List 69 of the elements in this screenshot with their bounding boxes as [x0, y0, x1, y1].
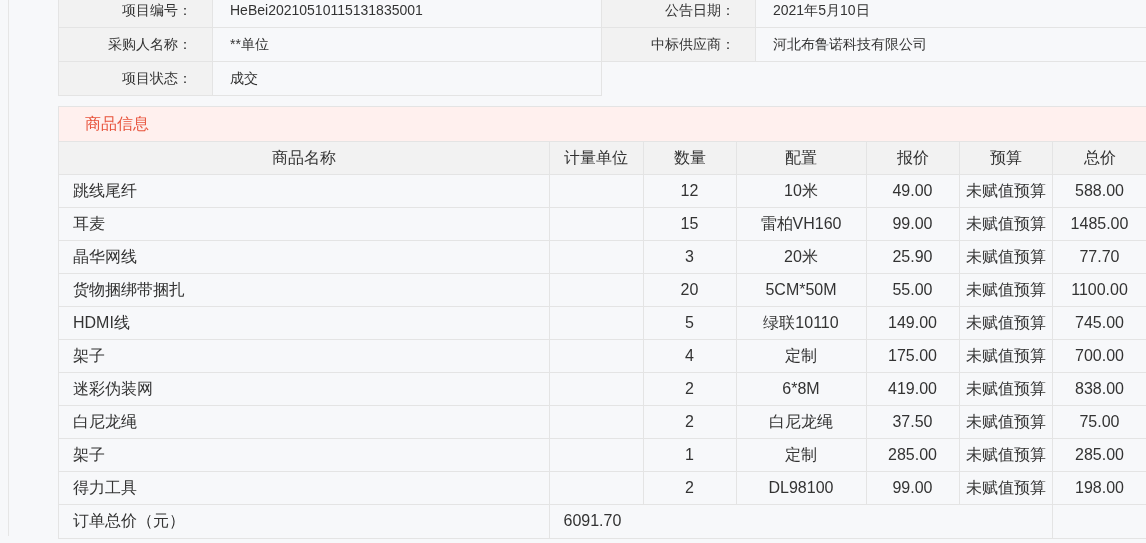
table-cell: 耳麦 — [59, 207, 549, 241]
table-cell: 5 — [643, 306, 736, 340]
table-cell: 未赋值预算 — [959, 306, 1052, 340]
table-cell: 37.50 — [866, 405, 959, 439]
table-cell: 15 — [643, 207, 736, 241]
field-value: **单位 — [213, 28, 602, 62]
table-cell: 285.00 — [866, 438, 959, 472]
column-header: 商品名称 — [59, 141, 549, 175]
table-cell: 未赋值预算 — [959, 207, 1052, 241]
table-cell: 25.90 — [866, 240, 959, 274]
table-cell: 未赋值预算 — [959, 471, 1052, 505]
table-cell: 2 — [643, 471, 736, 505]
table-cell: 4 — [643, 339, 736, 373]
table-cell: 未赋值预算 — [959, 240, 1052, 274]
field-value: 河北布鲁诺科技有限公司 — [756, 28, 1146, 62]
section-title: 商品信息 — [59, 107, 1146, 141]
column-header: 总价 — [1052, 141, 1146, 175]
table-cell: 99.00 — [866, 207, 959, 241]
table-cell: 未赋值预算 — [959, 339, 1052, 373]
table-cell: 2 — [643, 372, 736, 406]
field-value: 2021年5月10日 — [756, 0, 1146, 28]
table-cell: HDMI线 — [59, 306, 549, 340]
field-label: 采购人名称： — [59, 28, 213, 62]
field-value: 成交 — [213, 62, 602, 96]
field-label: 项目编号： — [59, 0, 213, 28]
table-cell: 货物捆绑带捆扎 — [59, 273, 549, 307]
table-cell: 99.00 — [866, 471, 959, 505]
field-label: 公告日期： — [602, 0, 756, 28]
field-value: HeBei20210510115131835001 — [213, 0, 602, 28]
table-cell: 架子 — [59, 438, 549, 472]
column-header: 预算 — [959, 141, 1052, 175]
table-cell: 149.00 — [866, 306, 959, 340]
table-cell: 20 — [643, 273, 736, 307]
table-cell: 1 — [643, 438, 736, 472]
table-cell: 10米 — [736, 174, 866, 208]
table-cell: 20米 — [736, 240, 866, 274]
table-cell: 3 — [643, 240, 736, 274]
table-cell: 未赋值预算 — [959, 438, 1052, 472]
table-cell: 175.00 — [866, 339, 959, 373]
table-cell: 6*8M — [736, 372, 866, 406]
table-cell: 12 — [643, 174, 736, 208]
table-cell: 未赋值预算 — [959, 174, 1052, 208]
table-cell: 雷柏VH160 — [736, 207, 866, 241]
table-cell: 419.00 — [866, 372, 959, 406]
field-label: 中标供应商： — [602, 28, 756, 62]
table-cell: 未赋值预算 — [959, 372, 1052, 406]
table-cell: 未赋值预算 — [959, 405, 1052, 439]
column-header: 配置 — [736, 141, 866, 175]
table-cell: 迷彩伪装网 — [59, 372, 549, 406]
column-header: 数量 — [643, 141, 736, 175]
table-cell: 晶华网线 — [59, 240, 549, 274]
table-cell: 定制 — [736, 339, 866, 373]
table-cell: 白尼龙绳 — [736, 405, 866, 439]
table-cell: 55.00 — [866, 273, 959, 307]
field-label: 项目状态： — [59, 62, 213, 96]
table-cell: 2 — [643, 405, 736, 439]
column-header: 报价 — [866, 141, 959, 175]
column-header: 计量单位 — [549, 141, 643, 175]
table-cell: 绿联10110 — [736, 306, 866, 340]
total-label: 订单总价（元） — [59, 504, 549, 538]
table-cell: 白尼龙绳 — [59, 405, 549, 439]
table-cell: DL98100 — [736, 471, 866, 505]
table-cell: 定制 — [736, 438, 866, 472]
table-cell: 未赋值预算 — [959, 273, 1052, 307]
table-cell: 跳线尾纤 — [59, 174, 549, 208]
table-cell: 得力工具 — [59, 471, 549, 505]
table-cell: 49.00 — [866, 174, 959, 208]
table-cell: 架子 — [59, 339, 549, 373]
table-cell: 5CM*50M — [736, 273, 866, 307]
